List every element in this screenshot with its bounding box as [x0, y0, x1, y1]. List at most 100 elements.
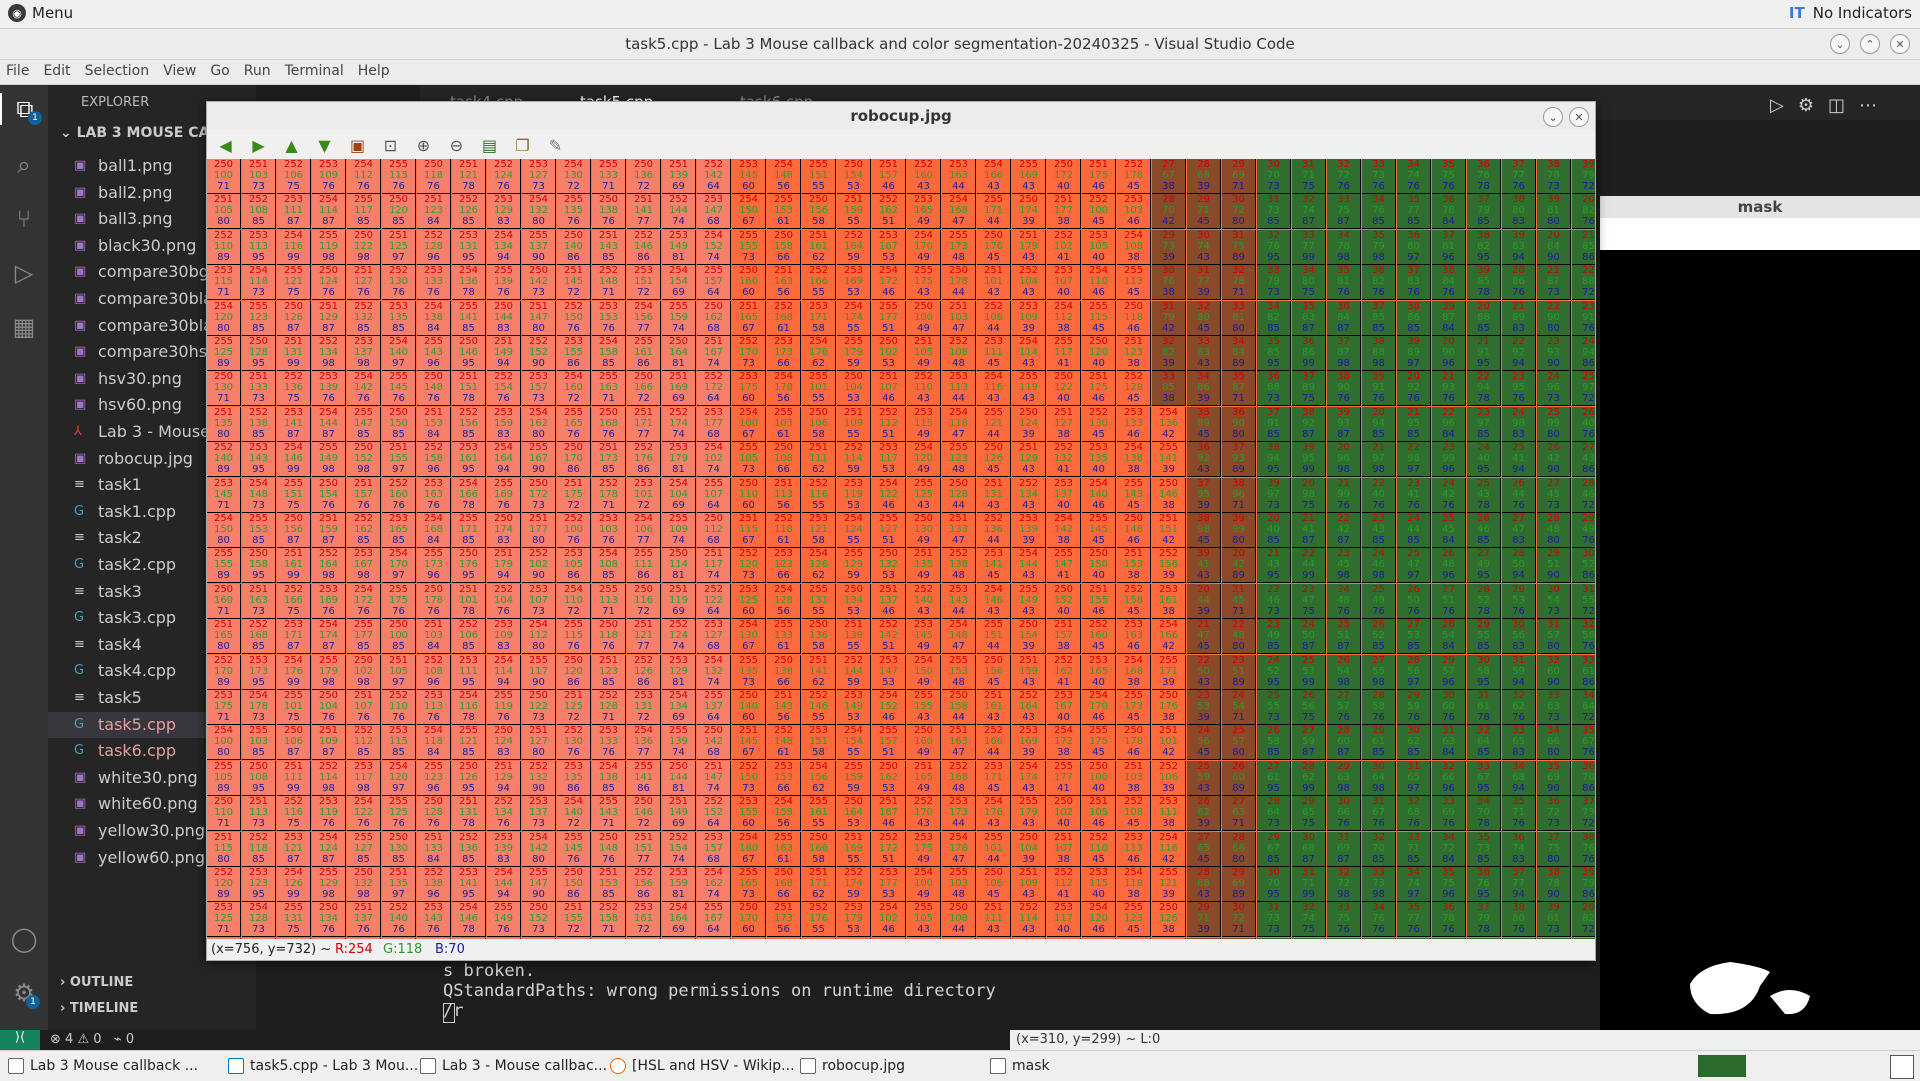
pixel-cell: 250 148 46	[1117, 513, 1151, 548]
robocup-minimize-button[interactable]: ⌄	[1543, 107, 1563, 127]
pixel-cell: 33 75 87	[1327, 194, 1361, 230]
pixel-cell: 27 63 71	[1222, 796, 1256, 832]
pixel-cell: 20 98 75	[1292, 477, 1326, 513]
split-editor-icon[interactable]: ◫	[1828, 95, 1845, 116]
pixel-cell: 34 68 94	[1502, 760, 1536, 796]
project-folder[interactable]: ⌄ LAB 3 MOUSE CA	[60, 125, 209, 141]
pixel-cell: 254 116 78	[452, 690, 486, 725]
file-name: task5	[98, 688, 142, 707]
image-icon: ▣	[74, 237, 87, 253]
run-debug-icon[interactable]: ▷	[8, 257, 40, 289]
image-toolbar: ◀ ▶ ▲ ▼ ▣ ⊡ ⊕ ⊖ ▤ ❐ ✎	[213, 133, 568, 159]
pixel-cell: 251 105 80	[207, 194, 241, 230]
zoom-out-icon[interactable]: ⊖	[444, 133, 469, 158]
pixel-cell: 34 70 78	[1467, 796, 1501, 832]
menu-item-file[interactable]: File	[6, 63, 29, 79]
show-desktop-icon[interactable]	[1890, 1055, 1914, 1079]
pixel-cell: 253 111 45	[977, 336, 1011, 371]
arrow-up-icon[interactable]: ▲	[279, 133, 304, 158]
pixel-cell: 253 155 60	[732, 796, 766, 832]
pixel-cell: 38 92 87	[1292, 406, 1326, 442]
pixel-cell: 27 53 85	[1397, 619, 1431, 655]
pixel-cell: 250 160 71	[207, 583, 241, 619]
pixel-cell: 251 175 72	[557, 477, 591, 513]
pixel-cell: 253 135 86	[557, 760, 591, 796]
pixel-cell: 27 57 76	[1327, 690, 1361, 725]
save-icon[interactable]: ▤	[477, 133, 502, 158]
pixel-cell: 250 130 71	[207, 371, 241, 407]
arrow-down-icon[interactable]: ▼	[312, 133, 337, 158]
zoom-fit-icon[interactable]: ⊡	[378, 133, 403, 158]
pixel-cell: 254 174 87	[312, 619, 346, 655]
pixel-cell: 254 174 55	[837, 300, 871, 336]
problems-indicator[interactable]: ⊗ 4 ⚠ 0 ⌁ 0	[50, 1032, 134, 1047]
taskbar: Lab 3 Mouse callback ... task5.cpp - Lab…	[0, 1050, 1920, 1081]
pixel-cell: 254 162 74	[697, 867, 731, 902]
pixel-cell: 36 90 80	[1222, 406, 1256, 442]
settings-icon[interactable]: ⚙	[1798, 95, 1814, 116]
taskbar-item[interactable]: Lab 3 Mouse callback ...	[8, 1055, 198, 1077]
properties-icon[interactable]: ✎	[543, 133, 568, 158]
arrow-right-icon[interactable]: ▶	[246, 133, 271, 158]
pixel-grid[interactable]: 250 100 71 251 103 73 252 106 75 253 109 76 254 112 76…	[207, 159, 1595, 939]
remote-indicator[interactable]: ⟩⟨	[0, 1030, 40, 1050]
pixel-cell: 27 49 95	[1467, 548, 1501, 584]
menu-item-edit[interactable]: Edit	[43, 63, 70, 79]
image-icon[interactable]: ▣	[345, 133, 370, 158]
pixel-cell: 255 159 74	[662, 300, 696, 336]
minimize-button[interactable]: ⌄	[1830, 34, 1850, 54]
pixel-cell: 255 139 74	[662, 725, 696, 761]
account-icon[interactable]: ◯	[8, 923, 40, 955]
pixel-cell: 250 138 66	[767, 654, 801, 690]
pixel-cell: 254 114 43	[1012, 336, 1046, 371]
robocup-image-window[interactable]: robocup.jpg ⌄ ✕ ◀ ▶ ▲ ▼ ▣ ⊡ ⊕ ⊖ ▤ ❐ ✎ 25…	[206, 101, 1596, 961]
pixel-cell: 36 76 95	[1467, 867, 1501, 902]
system-indicators[interactable]: IT No Indicators	[1789, 4, 1912, 22]
explorer-icon[interactable]: ⧉ 1	[0, 93, 48, 125]
pixel-cell: 250 122 73	[522, 690, 556, 725]
pixel-cell: 27 45 73	[1537, 477, 1571, 513]
taskbar-item[interactable]: Lab 3 - Mouse callbac...	[420, 1055, 607, 1077]
timeline-section[interactable]: › TIMELINE	[60, 1001, 138, 1016]
pixel-cell: 255 175 45	[1082, 725, 1116, 761]
pixel-cell: 250 124 39	[1012, 406, 1046, 442]
pixel-cell: 251 163 73	[242, 583, 276, 619]
menu-item-selection[interactable]: Selection	[85, 63, 150, 79]
taskbar-item[interactable]: task5.cpp - Lab 3 Mou...	[228, 1055, 418, 1077]
zoom-in-icon[interactable]: ⊕	[411, 133, 436, 158]
close-button[interactable]: ✕	[1890, 34, 1910, 54]
pixel-cell: 250 102 53	[872, 336, 906, 371]
menu-item-terminal[interactable]: Terminal	[285, 63, 344, 79]
pixel-cell: 253 159 83	[487, 406, 521, 442]
pixel-cell: 254 178 47	[942, 831, 976, 867]
pixel-cell: 253 139 76	[312, 371, 346, 407]
keyboard-layout-indicator[interactable]: IT	[1789, 4, 1805, 22]
arrow-left-icon[interactable]: ◀	[213, 133, 238, 158]
menu-item-view[interactable]: View	[163, 63, 196, 79]
copy-icon[interactable]: ❐	[510, 133, 535, 158]
run-icon[interactable]: ▷	[1770, 95, 1784, 116]
search-icon[interactable]: ⌕	[8, 149, 40, 181]
pixel-cell: 29 51 90	[1537, 548, 1571, 584]
taskbar-item[interactable]: mask	[990, 1055, 1050, 1077]
menu-item-help[interactable]: Help	[358, 63, 390, 79]
extensions-icon[interactable]: ▦	[8, 311, 40, 343]
pixel-cell: 255 173 96	[417, 548, 451, 584]
robocup-close-button[interactable]: ✕	[1569, 107, 1589, 127]
taskbar-item[interactable]: robocup.jpg	[800, 1055, 905, 1077]
workspace-switcher[interactable]	[1698, 1055, 1746, 1077]
maximize-button[interactable]: ⌃	[1860, 34, 1880, 54]
system-menu-button[interactable]: ◉ Menu	[8, 4, 73, 22]
menu-item-run[interactable]: Run	[244, 63, 271, 79]
pixel-cell: 250 122 40	[1047, 371, 1081, 407]
pixel-cell: 252 168 85	[242, 619, 276, 655]
indicators-label[interactable]: No Indicators	[1813, 4, 1912, 22]
outline-section[interactable]: › OUTLINE	[60, 975, 133, 990]
gear-icon[interactable]: ⚙ 1	[8, 977, 40, 1009]
source-control-icon[interactable]: ⑂	[8, 203, 40, 235]
mask-window[interactable]	[1600, 196, 1920, 1030]
pixel-cell: 255 103 48	[942, 867, 976, 902]
taskbar-item[interactable]: [HSL and HSV - Wikip...	[610, 1055, 795, 1077]
menu-item-go[interactable]: Go	[210, 63, 229, 79]
more-actions-icon[interactable]: ⋯	[1859, 95, 1877, 116]
